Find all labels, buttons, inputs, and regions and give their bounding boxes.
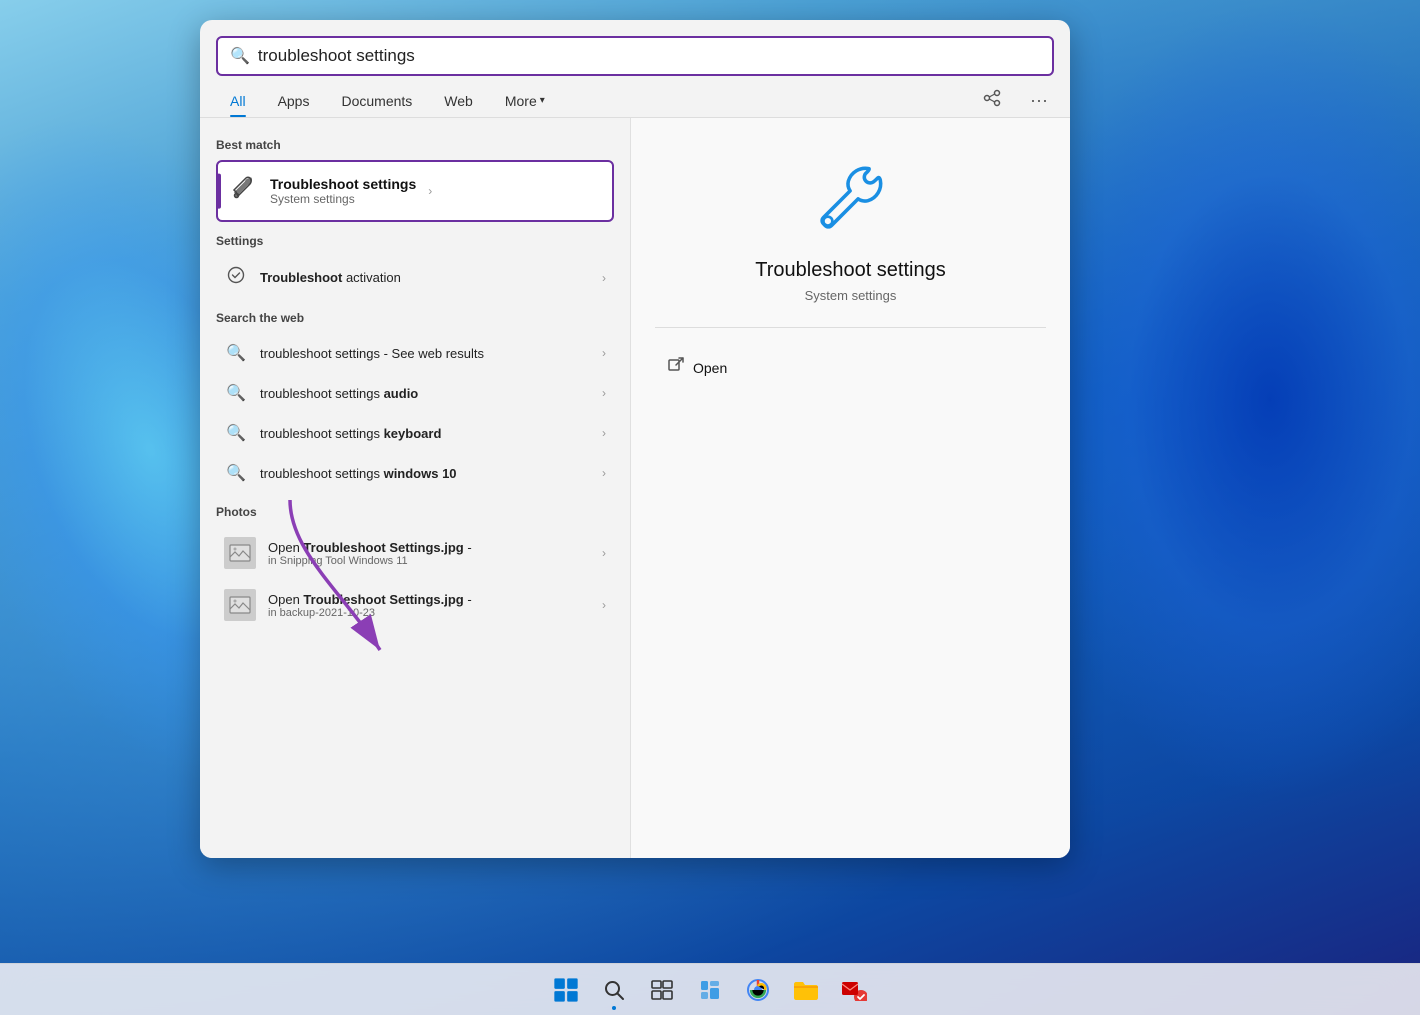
external-link-icon bbox=[667, 356, 685, 379]
photos-label: Photos bbox=[216, 505, 614, 519]
search-web-icon-2: 🔍 bbox=[224, 383, 248, 403]
detail-divider bbox=[655, 327, 1046, 328]
chevron-right-icon-4: › bbox=[602, 426, 606, 440]
taskbar-search-button[interactable] bbox=[592, 968, 636, 1012]
search-web-icon-4: 🔍 bbox=[224, 463, 248, 483]
tab-documents[interactable]: Documents bbox=[327, 85, 426, 117]
web-result-1-text: troubleshoot settings - See web results bbox=[260, 346, 590, 361]
best-match-item[interactable]: Troubleshoot settings System settings › bbox=[216, 160, 614, 222]
chevron-right-icon-2: › bbox=[602, 346, 606, 360]
more-options-icon[interactable]: ··· bbox=[1024, 86, 1054, 115]
result-troubleshoot-activation[interactable]: Troubleshoot activation › bbox=[216, 256, 614, 299]
taskbar bbox=[0, 963, 1420, 1015]
chevron-right-icon-6: › bbox=[602, 546, 606, 560]
taskbar-start-button[interactable] bbox=[544, 968, 588, 1012]
detail-icon-wrap bbox=[811, 158, 891, 243]
chevron-down-icon: ▾ bbox=[540, 95, 545, 106]
settings-label: Settings bbox=[216, 234, 614, 248]
photo-thumb-2 bbox=[224, 589, 256, 621]
detail-open-button[interactable]: Open bbox=[655, 348, 1046, 387]
best-match-subtitle: System settings bbox=[270, 192, 416, 206]
search-window: 🔍 troubleshoot settings All Apps Documen… bbox=[200, 20, 1070, 858]
result-web-2[interactable]: 🔍 troubleshoot settings audio › bbox=[216, 373, 614, 413]
search-input[interactable]: troubleshoot settings bbox=[258, 46, 1040, 66]
best-match-chevron: › bbox=[428, 184, 432, 198]
taskbar-task-view-button[interactable] bbox=[640, 968, 684, 1012]
wrench-icon bbox=[230, 174, 258, 208]
search-tabs: All Apps Documents Web More ▾ ··· bbox=[200, 76, 1070, 118]
tabs-right: ··· bbox=[976, 84, 1054, 117]
search-web-icon-1: 🔍 bbox=[224, 343, 248, 363]
tab-all[interactable]: All bbox=[216, 85, 260, 117]
photo-result-1-text: Open Troubleshoot Settings.jpg - in Snip… bbox=[268, 540, 590, 567]
web-label: Search the web bbox=[216, 311, 614, 325]
search-content: Best match Troubleshoot settings System … bbox=[200, 118, 1070, 858]
troubleshoot-activation-text: Troubleshoot activation bbox=[260, 270, 590, 285]
detail-title: Troubleshoot settings bbox=[755, 259, 945, 282]
chevron-right-icon: › bbox=[602, 271, 606, 285]
tab-more-label: More bbox=[505, 93, 537, 109]
chevron-right-icon-5: › bbox=[602, 466, 606, 480]
detail-subtitle: System settings bbox=[805, 288, 897, 303]
result-photo-1[interactable]: Open Troubleshoot Settings.jpg - in Snip… bbox=[216, 527, 614, 579]
detail-panel: Troubleshoot settings System settings Op… bbox=[630, 118, 1070, 858]
chevron-right-icon-7: › bbox=[602, 598, 606, 612]
web-result-4-text: troubleshoot settings windows 10 bbox=[260, 466, 590, 481]
circle-check-icon bbox=[224, 266, 248, 289]
photo-thumb-1 bbox=[224, 537, 256, 569]
tab-apps[interactable]: Apps bbox=[264, 85, 324, 117]
taskbar-mail-button[interactable] bbox=[832, 968, 876, 1012]
best-match-text: Troubleshoot settings System settings bbox=[270, 176, 416, 206]
open-label: Open bbox=[693, 360, 727, 376]
tab-more[interactable]: More ▾ bbox=[491, 85, 559, 117]
chevron-right-icon-3: › bbox=[602, 386, 606, 400]
taskbar-chrome-button[interactable] bbox=[736, 968, 780, 1012]
result-web-1[interactable]: 🔍 troubleshoot settings - See web result… bbox=[216, 333, 614, 373]
search-bar[interactable]: 🔍 troubleshoot settings bbox=[216, 36, 1054, 76]
taskbar-widgets-button[interactable] bbox=[688, 968, 732, 1012]
swirl-decoration-right bbox=[1020, 0, 1420, 800]
search-icon: 🔍 bbox=[230, 46, 250, 66]
result-photo-2[interactable]: Open Troubleshoot Settings.jpg - in back… bbox=[216, 579, 614, 631]
result-web-3[interactable]: 🔍 troubleshoot settings keyboard › bbox=[216, 413, 614, 453]
best-match-title: Troubleshoot settings bbox=[270, 176, 416, 192]
share-icon[interactable] bbox=[976, 84, 1008, 117]
search-web-icon-3: 🔍 bbox=[224, 423, 248, 443]
web-result-3-text: troubleshoot settings keyboard bbox=[260, 426, 590, 441]
taskbar-explorer-button[interactable] bbox=[784, 968, 828, 1012]
web-result-2-text: troubleshoot settings audio bbox=[260, 386, 590, 401]
photo-result-2-text: Open Troubleshoot Settings.jpg - in back… bbox=[268, 592, 590, 619]
best-match-label: Best match bbox=[216, 138, 614, 152]
results-panel: Best match Troubleshoot settings System … bbox=[200, 118, 630, 858]
tab-web[interactable]: Web bbox=[430, 85, 487, 117]
result-web-4[interactable]: 🔍 troubleshoot settings windows 10 › bbox=[216, 453, 614, 493]
